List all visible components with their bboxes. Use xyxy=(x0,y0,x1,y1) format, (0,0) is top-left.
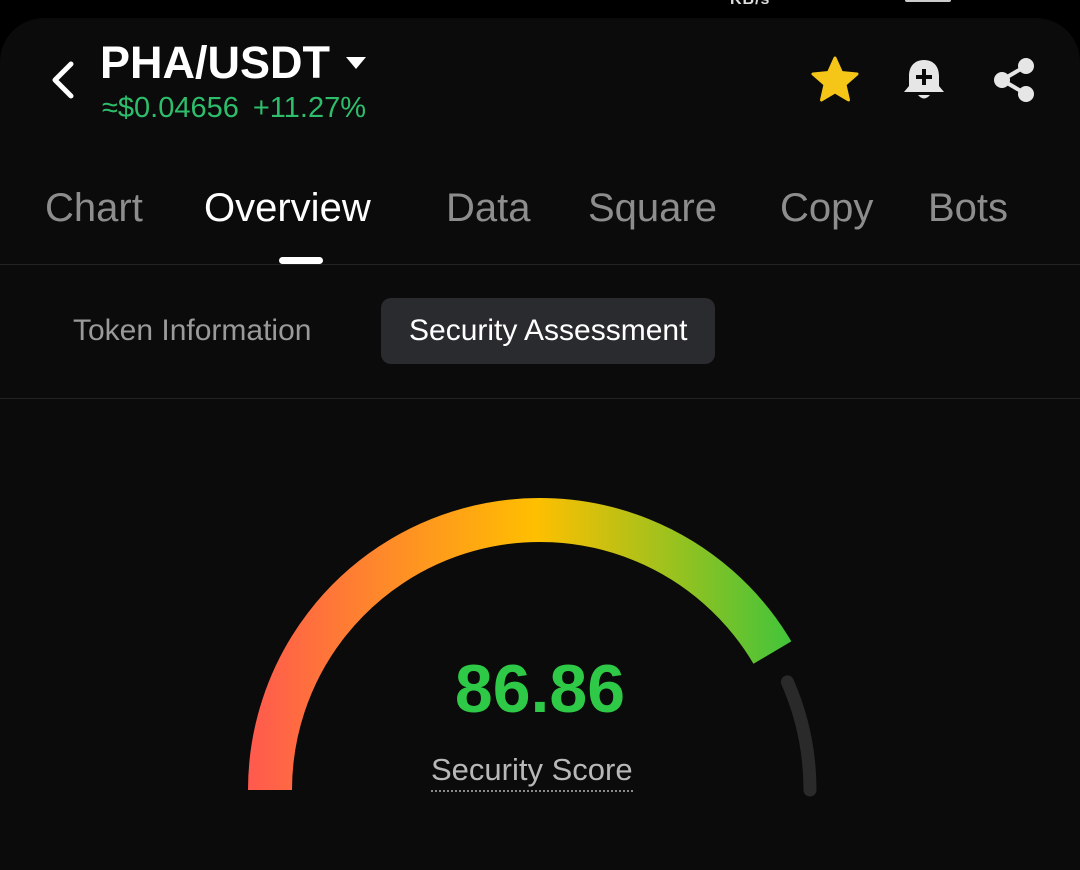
security-gauge xyxy=(248,498,817,797)
gauge-track xyxy=(780,675,817,797)
security-score-value: 86.86 xyxy=(454,651,626,727)
security-score-label[interactable]: Security Score xyxy=(431,752,633,792)
